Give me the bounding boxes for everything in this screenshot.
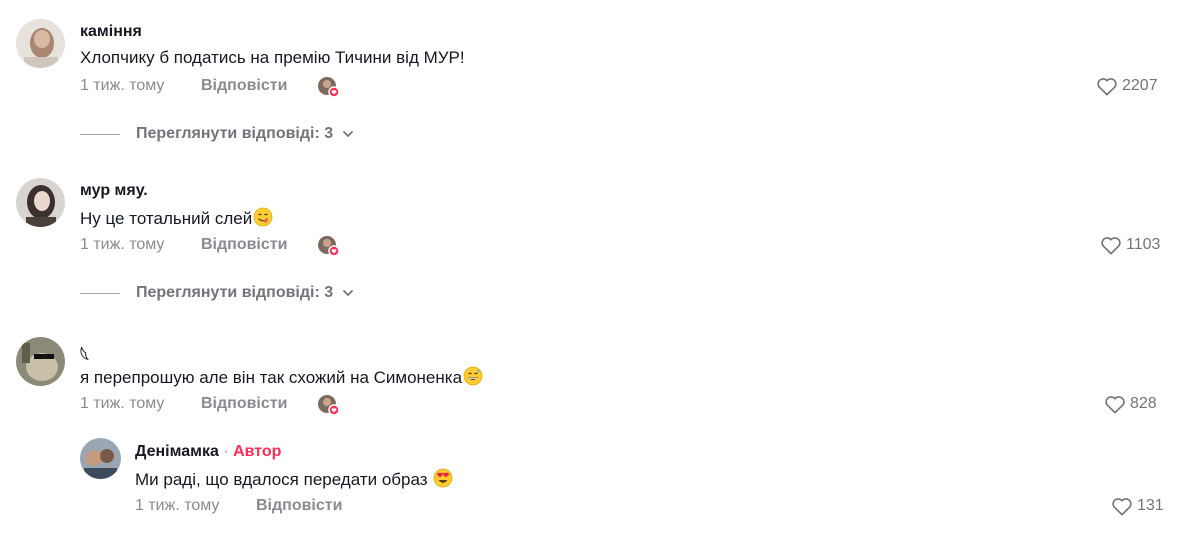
comment-text: я перепрошую але він так схожий на Симон… xyxy=(80,366,483,388)
reply-button[interactable]: Відповісти xyxy=(201,77,287,95)
divider xyxy=(80,292,120,294)
chevron-down-icon xyxy=(343,131,354,137)
view-replies-label: Переглянути відповіді: 3 xyxy=(136,284,334,301)
reply-text: Ми раді, що вдалося передати образ xyxy=(135,468,453,490)
grinning-face-with-sweat-emoji xyxy=(463,366,483,386)
heart-outline-icon xyxy=(1097,78,1117,96)
reply-timestamp: 1 тиж. тому xyxy=(135,497,220,514)
reply-username-line: Денімамка · Автор xyxy=(135,443,281,461)
comment-timestamp: 1 тиж. тому xyxy=(80,77,165,94)
heart-eyes-emoji xyxy=(433,468,453,488)
face-savoring-food-emoji xyxy=(253,207,273,227)
comment-timestamp: 1 тиж. тому xyxy=(80,395,165,412)
like-button[interactable]: 828 xyxy=(1104,394,1157,414)
reply-button[interactable]: Відповісти xyxy=(201,395,287,413)
comment-username[interactable]: мур мяу. xyxy=(80,182,148,200)
comment-text: Хлопчику б податись на премію Тичини від… xyxy=(80,48,465,67)
chevron-down-icon xyxy=(343,290,354,296)
heart-outline-icon xyxy=(1101,237,1121,255)
like-count: 2207 xyxy=(1122,77,1158,94)
comment-text-content: я перепрошую але він так схожий на Симон… xyxy=(80,368,463,387)
separator-dot: · xyxy=(218,443,234,460)
comment-timestamp: 1 тиж. тому xyxy=(80,236,165,253)
avatar[interactable] xyxy=(16,178,65,227)
avatar[interactable] xyxy=(16,19,65,68)
avatar[interactable] xyxy=(80,438,121,479)
reply-button[interactable]: Відповісти xyxy=(256,497,342,515)
reply-button[interactable]: Відповісти xyxy=(201,236,287,254)
view-replies-button[interactable]: Переглянути відповіді: 3 xyxy=(80,284,355,302)
like-button[interactable]: 131 xyxy=(1111,496,1164,516)
comment-text-content: Ну це тотальний слей xyxy=(80,209,253,228)
divider xyxy=(80,133,120,135)
author-badge: Автор xyxy=(233,443,282,460)
like-button[interactable]: 1103 xyxy=(1100,235,1160,255)
like-button[interactable]: 2207 xyxy=(1096,76,1158,96)
heart-outline-icon xyxy=(1112,498,1132,516)
avatar[interactable] xyxy=(16,337,65,386)
comment-username[interactable]: каміння xyxy=(80,23,142,41)
creator-liked-icon xyxy=(317,76,340,98)
reply-username[interactable]: Денімамка xyxy=(135,443,219,460)
view-replies-button[interactable]: Переглянути відповіді: 3 xyxy=(80,125,355,143)
reply-text-content: Ми раді, що вдалося передати образ xyxy=(135,470,428,489)
view-replies-label: Переглянути відповіді: 3 xyxy=(136,125,334,142)
creator-liked-icon xyxy=(317,235,340,257)
heart-outline-icon xyxy=(1105,396,1125,414)
like-count: 131 xyxy=(1137,497,1164,514)
comment-text: Ну це тотальний слей xyxy=(80,207,273,229)
like-count: 1103 xyxy=(1126,236,1161,253)
comment-username[interactable]: 𓆩 xyxy=(80,341,89,367)
like-count: 828 xyxy=(1130,395,1157,412)
creator-liked-icon xyxy=(317,394,340,416)
